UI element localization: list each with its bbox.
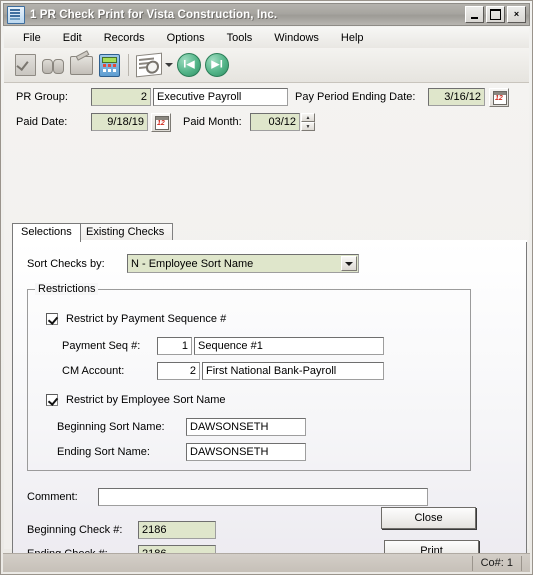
paid-date-label: Paid Date: (16, 116, 68, 128)
print-preview-icon (136, 52, 162, 78)
window-controls: × (465, 6, 526, 23)
cm-account-description: First National Bank-Payroll (202, 362, 384, 380)
menu-item-edit[interactable]: Edit (52, 30, 93, 46)
cm-account-label: CM Account: (62, 365, 125, 377)
preview-dropdown-arrow-icon[interactable] (165, 63, 173, 67)
ending-sort-name-label: Ending Sort Name: (57, 446, 150, 458)
pay-period-calendar-button[interactable] (489, 88, 509, 107)
last-record-glyph: ▶I (211, 58, 223, 71)
restrict-by-employee-sort-name-label: Restrict by Employee Sort Name (66, 394, 226, 406)
toolbar-separator (128, 54, 129, 76)
menu-bar: File Edit Records Options Tools Windows … (4, 27, 529, 48)
edit-record-button[interactable] (11, 51, 39, 79)
menu-item-file[interactable]: File (12, 30, 52, 46)
print-preview-button[interactable] (134, 51, 164, 79)
find-button[interactable] (39, 51, 67, 79)
first-record-glyph: I◀ (183, 58, 195, 71)
dialog-body: PR Group: 2 Executive Payroll Pay Period… (4, 83, 529, 572)
sort-checks-by-value: N - Employee Sort Name (131, 257, 254, 270)
calendar-icon (493, 91, 507, 105)
calculator-button[interactable] (95, 51, 123, 79)
close-button[interactable]: × (507, 6, 526, 23)
menu-item-windows[interactable]: Windows (263, 30, 330, 46)
form-document-icon (7, 5, 25, 24)
pay-period-ending-date-label: Pay Period Ending Date: (295, 91, 416, 103)
window-title: 1 PR Check Print for Vista Construction,… (30, 8, 278, 21)
beginning-check-label: Beginning Check #: (27, 524, 123, 536)
payment-seq-description: Sequence #1 (194, 337, 384, 355)
last-record-button[interactable]: ▶I (203, 51, 231, 79)
menu-item-tools[interactable]: Tools (216, 30, 264, 46)
calculator-icon (98, 53, 120, 77)
sort-checks-by-select[interactable]: N - Employee Sort Name (127, 254, 359, 273)
minimize-button[interactable] (465, 6, 484, 23)
beginning-sort-name-field[interactable]: DAWSONSETH (186, 418, 306, 436)
stepper-down-icon[interactable]: ▼ (301, 122, 315, 131)
comment-label: Comment: (27, 491, 78, 503)
pr-group-field[interactable]: 2 (91, 88, 151, 106)
paid-date-field[interactable]: 9/18/19 (91, 113, 148, 131)
payment-seq-field[interactable]: 1 (157, 337, 192, 355)
restrictions-group: Restrictions Restrict by Payment Sequenc… (27, 283, 471, 471)
company-status-cell: Co#: 1 (471, 555, 522, 571)
restrict-by-employee-sort-name-checkbox-row[interactable]: Restrict by Employee Sort Name (46, 394, 226, 406)
tab-selections[interactable]: Selections (12, 223, 81, 242)
cm-account-field[interactable]: 2 (157, 362, 200, 380)
comment-input[interactable] (98, 488, 428, 506)
menu-item-records[interactable]: Records (93, 30, 156, 46)
restrictions-title: Restrictions (35, 283, 99, 295)
archive-box-icon (69, 55, 93, 75)
tab-strip: Selections Existing Checks (12, 223, 527, 242)
beginning-sort-name-label: Beginning Sort Name: (57, 421, 165, 433)
payment-seq-label: Payment Seq #: (62, 340, 141, 352)
restrict-by-payment-sequence-checkbox-row[interactable]: Restrict by Payment Sequence # (46, 313, 226, 325)
maximize-button[interactable] (486, 6, 505, 23)
calendar-icon (155, 116, 169, 130)
restrict-by-payment-sequence-checkbox[interactable] (46, 313, 58, 325)
chevron-down-icon[interactable] (341, 256, 357, 271)
stepper-up-icon[interactable]: ▲ (301, 113, 315, 122)
pr-group-description: Executive Payroll (153, 88, 288, 106)
first-record-icon: I◀ (177, 53, 201, 77)
paid-date-calendar-button[interactable] (151, 113, 171, 132)
status-bar: Co#: 1 (3, 553, 530, 572)
edit-record-icon (14, 54, 36, 76)
paid-month-field[interactable]: 03/12 (250, 113, 300, 131)
find-binoculars-icon (42, 58, 64, 74)
first-record-button[interactable]: I◀ (175, 51, 203, 79)
pr-group-label: PR Group: (16, 91, 68, 103)
paid-month-stepper[interactable]: ▲ ▼ (301, 113, 315, 131)
paid-month-label: Paid Month: (183, 116, 242, 128)
menu-item-options[interactable]: Options (156, 30, 216, 46)
restrict-by-employee-sort-name-checkbox[interactable] (46, 394, 58, 406)
title-bar: 1 PR Check Print for Vista Construction,… (3, 3, 530, 26)
archive-button[interactable] (67, 51, 95, 79)
last-record-icon: ▶I (205, 53, 229, 77)
sort-checks-by-label: Sort Checks by: (27, 258, 105, 270)
tab-existing-checks[interactable]: Existing Checks (77, 223, 174, 241)
restrict-by-payment-sequence-label: Restrict by Payment Sequence # (66, 313, 227, 325)
toolbar: I◀ ▶I (4, 48, 529, 83)
ending-sort-name-field[interactable]: DAWSONSETH (186, 443, 306, 461)
pay-period-ending-date-field[interactable]: 3/16/12 (428, 88, 485, 106)
application-window: 1 PR Check Print for Vista Construction,… (0, 0, 533, 575)
beginning-check-field[interactable]: 2186 (138, 521, 216, 539)
menu-item-help[interactable]: Help (330, 30, 375, 46)
close-dialog-button[interactable]: Close (381, 507, 476, 529)
